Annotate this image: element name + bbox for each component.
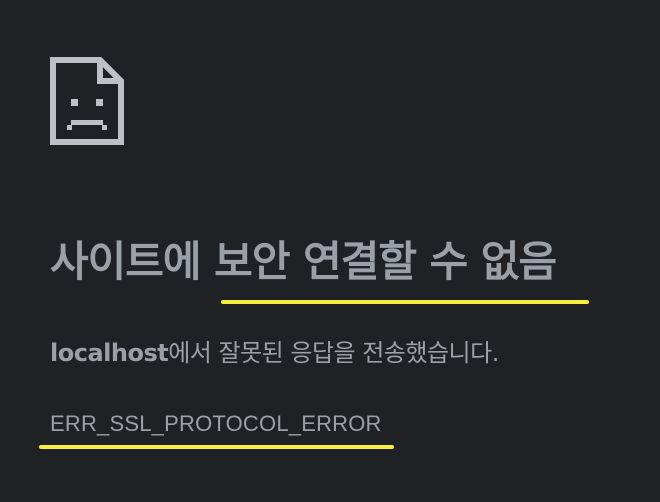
error-message-text: 에서 잘못된 응답을 전송했습니다. [168, 339, 499, 367]
error-page: 사이트에 보안 연결할 수 없음 localhost에서 잘못된 응답을 전송했… [0, 0, 660, 502]
sad-document-icon [50, 57, 124, 145]
error-message: localhost에서 잘못된 응답을 전송했습니다. [50, 336, 499, 370]
error-code: ERR_SSL_PROTOCOL_ERROR [50, 411, 382, 436]
error-message-host: localhost [50, 339, 169, 367]
error-code-highlight-underline [39, 445, 394, 449]
heading-highlight-underline [221, 300, 589, 304]
error-heading: 사이트에 보안 연결할 수 없음 [50, 237, 557, 286]
